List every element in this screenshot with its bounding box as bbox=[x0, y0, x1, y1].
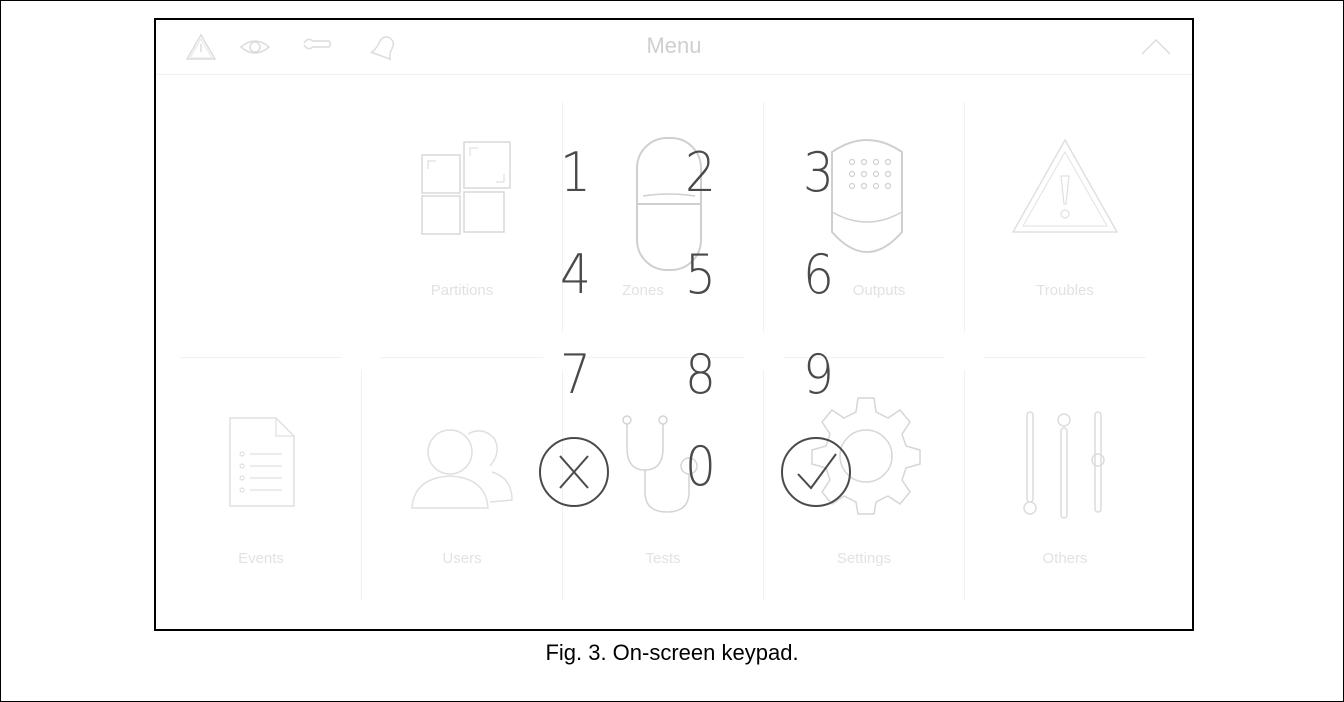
tile-events[interactable]: Events bbox=[161, 370, 361, 600]
key-8[interactable]: 8 bbox=[655, 330, 745, 420]
tile-others[interactable]: Others bbox=[965, 370, 1165, 600]
key-5[interactable]: 5 bbox=[655, 230, 745, 320]
top-bar: Menu bbox=[156, 20, 1192, 75]
menu-title: Menu bbox=[646, 33, 702, 58]
tile-label-others: Others bbox=[1042, 550, 1088, 567]
cancel-circle-icon[interactable] bbox=[534, 432, 614, 512]
tile-label-settings: Settings bbox=[836, 550, 892, 567]
users-icon bbox=[411, 429, 513, 509]
touchscreen: Menu Partitions Zones Outputs Troubles E… bbox=[154, 18, 1194, 631]
chevron-up-icon[interactable] bbox=[1138, 32, 1174, 62]
key-6[interactable]: 6 bbox=[773, 230, 863, 320]
key-2[interactable]: 2 bbox=[655, 128, 745, 218]
key-7[interactable]: 7 bbox=[530, 330, 620, 420]
key-1[interactable]: 1 bbox=[530, 128, 620, 218]
confirm-check-icon[interactable] bbox=[776, 432, 856, 512]
tile-label-users: Users bbox=[442, 550, 482, 567]
key-9[interactable]: 9 bbox=[773, 330, 863, 420]
warning-triangle-icon bbox=[1011, 138, 1119, 233]
key-0[interactable]: 0 bbox=[655, 422, 745, 512]
document-list-icon bbox=[229, 417, 295, 507]
key-3[interactable]: 3 bbox=[773, 128, 863, 218]
key-4[interactable]: 4 bbox=[530, 230, 620, 320]
tile-label-troubles: Troubles bbox=[1036, 282, 1094, 299]
partitions-icon bbox=[421, 141, 511, 235]
tile-label-events: Events bbox=[238, 550, 284, 567]
grid-divider bbox=[381, 357, 543, 358]
tile-label-tests: Tests bbox=[645, 550, 681, 567]
grid-divider bbox=[984, 357, 1146, 358]
tile-troubles[interactable]: Troubles bbox=[965, 102, 1165, 332]
figure-caption: Fig. 3. On-screen keypad. bbox=[545, 640, 799, 665]
sliders-icon bbox=[1023, 411, 1105, 519]
grid-divider bbox=[180, 357, 342, 358]
